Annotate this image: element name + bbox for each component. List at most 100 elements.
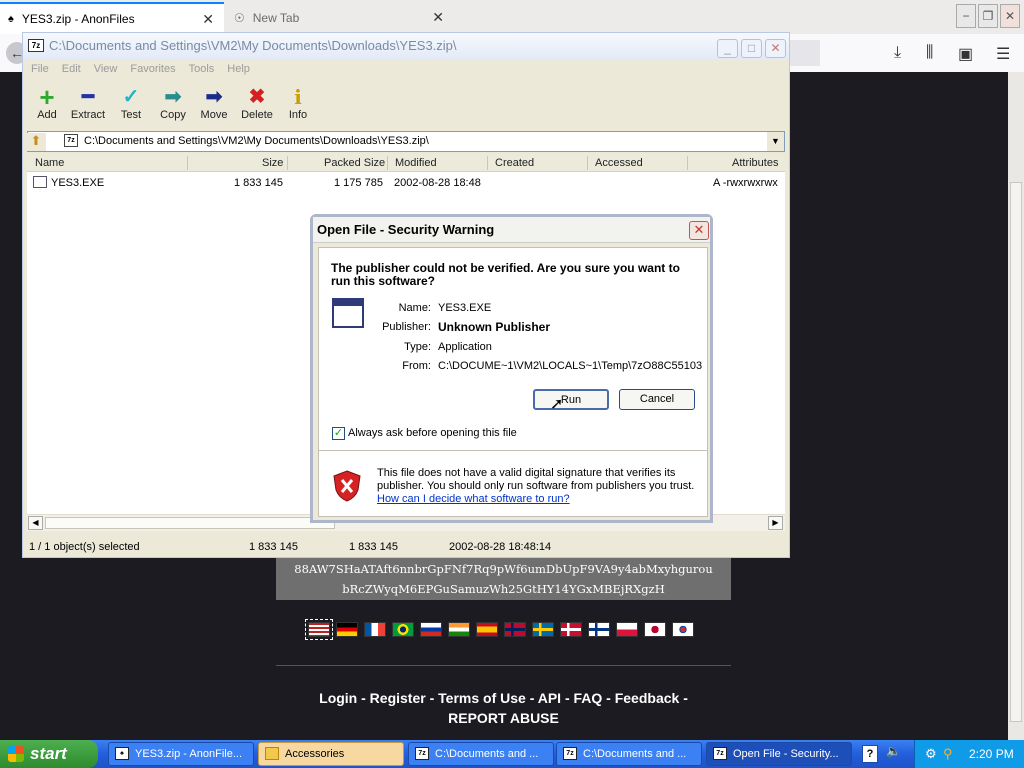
move-button[interactable]: ➡ Move: [194, 85, 234, 121]
7zip-title-bar[interactable]: 7z C:\Documents and Settings\VM2\My Docu…: [23, 33, 789, 59]
flag-jp-icon[interactable]: [644, 622, 666, 637]
task-7zip-2[interactable]: 7z C:\Documents and ...: [556, 742, 702, 766]
extract-button[interactable]: ━ Extract: [68, 85, 108, 121]
scroll-right-icon[interactable]: ▶: [768, 516, 783, 530]
add-label: Add: [37, 109, 57, 121]
menu-edit[interactable]: Edit: [54, 59, 86, 75]
flag-us-icon[interactable]: [305, 619, 333, 640]
info-button[interactable]: i Info: [278, 85, 318, 121]
flag-pl-icon[interactable]: [616, 622, 638, 637]
scroll-thumb[interactable]: [1010, 182, 1022, 722]
col-accessed[interactable]: Accessed: [595, 157, 643, 169]
task-anonfiles[interactable]: ♠ YES3.zip - AnonFile...: [108, 742, 254, 766]
menu-icon[interactable]: ☰: [996, 44, 1010, 64]
maximize-button[interactable]: □: [741, 39, 762, 58]
copy-button[interactable]: ➡ Copy: [153, 85, 193, 121]
report-abuse-link[interactable]: REPORT ABUSE: [276, 708, 731, 728]
url-bar-edge[interactable]: [790, 40, 820, 66]
run-label: Run: [560, 394, 582, 406]
copy-arrow-icon: ➡: [164, 86, 182, 108]
task-7zip-1[interactable]: 7z C:\Documents and ...: [408, 742, 554, 766]
close-window-button[interactable]: ✕: [1000, 4, 1020, 28]
start-label: start: [30, 744, 67, 763]
cancel-button[interactable]: Cancel: [619, 389, 695, 410]
col-packed-size[interactable]: Packed Size: [324, 157, 385, 169]
flag-ru-icon[interactable]: [420, 622, 442, 637]
flag-kr-icon[interactable]: [672, 622, 694, 637]
help-icon[interactable]: ?: [862, 745, 878, 763]
footer-links[interactable]: Login - Register - Terms of Use - API - …: [276, 688, 731, 708]
tab-close-icon[interactable]: ✕: [202, 11, 214, 28]
col-created[interactable]: Created: [495, 157, 534, 169]
sidebar-icon[interactable]: ▣: [958, 44, 973, 64]
flag-br-icon[interactable]: [392, 622, 414, 637]
anonfiles-icon: ♠: [115, 747, 129, 760]
col-name[interactable]: Name: [35, 157, 64, 169]
dialog-body: The publisher could not be verified. Are…: [318, 247, 708, 517]
always-ask-label[interactable]: Always ask before opening this file: [348, 427, 517, 439]
test-button[interactable]: ✓ Test: [111, 85, 151, 121]
scroll-left-icon[interactable]: ◀: [28, 516, 43, 530]
start-button[interactable]: start: [0, 740, 98, 768]
system-tray: ⚙ ⚲ 2:20 PM: [914, 740, 1024, 768]
restore-button[interactable]: ❐: [978, 4, 998, 28]
7zip-app-icon: 7z: [28, 39, 44, 52]
chevron-down-icon[interactable]: ▼: [767, 132, 784, 151]
flag-dk-icon[interactable]: [560, 622, 582, 637]
always-ask-checkbox[interactable]: ✓: [332, 427, 345, 440]
row-size: 1 833 145: [234, 177, 283, 189]
7zip-toolbar: + Add ━ Extract ✓ Test ➡ Copy ➡ Move ✖ Delete …: [23, 81, 789, 129]
status-selection: 1 / 1 object(s) selected: [29, 541, 140, 553]
status-bar: 1 / 1 object(s) selected 1 833 145 1 833…: [23, 537, 789, 557]
flag-no-icon[interactable]: [504, 622, 526, 637]
flag-fi-icon[interactable]: [588, 622, 610, 637]
tab-anonfiles[interactable]: ♠ YES3.zip - AnonFiles ✕: [0, 2, 224, 34]
flag-es-icon[interactable]: [476, 622, 498, 637]
minimize-button[interactable]: −: [956, 4, 976, 28]
network-icon[interactable]: ⚙: [925, 740, 937, 768]
task-label: Accessories: [285, 748, 345, 760]
flag-de-icon[interactable]: [336, 622, 358, 637]
extract-label: Extract: [70, 109, 106, 121]
close-button[interactable]: ✕: [765, 39, 786, 58]
mouse-cursor-icon: ➚: [550, 396, 564, 413]
help-link[interactable]: How can I decide what software to run?: [377, 493, 697, 506]
speaker-icon[interactable]: 🔈: [886, 744, 901, 758]
flag-se-icon[interactable]: [532, 622, 554, 637]
col-modified[interactable]: Modified: [395, 157, 437, 169]
run-button[interactable]: Run: [533, 389, 609, 410]
address-bar[interactable]: ⬆ 7z C:\Documents and Settings\VM2\My Do…: [26, 131, 785, 152]
search-icon[interactable]: ⚲: [943, 740, 953, 768]
library-icon[interactable]: ⫼: [926, 44, 933, 62]
tab-close-icon[interactable]: ✕: [432, 9, 444, 26]
menu-tools[interactable]: Tools: [181, 59, 220, 75]
minimize-button[interactable]: _: [717, 39, 738, 58]
delete-button[interactable]: ✖ Delete: [237, 85, 277, 121]
status-modified: 2002-08-28 18:48:14: [449, 541, 552, 553]
task-label: Open File - Security...: [733, 748, 839, 760]
tab-new-tab[interactable]: ☉ New Tab ✕: [226, 2, 454, 34]
task-accessories[interactable]: Accessories: [258, 742, 404, 766]
page-scrollbar[interactable]: [1008, 72, 1024, 740]
download-url-box[interactable]: 88AW7SHaATAft6nnbrGpFNf7Rq9pWf6umDbUpF9V…: [276, 558, 731, 600]
dialog-question: The publisher could not be verified. Are…: [331, 261, 680, 288]
7zip-menu-bar: File Edit View Favorites Tools Help: [23, 59, 789, 79]
up-folder-icon[interactable]: ⬆: [26, 133, 46, 151]
menu-file[interactable]: File: [23, 59, 54, 75]
menu-help[interactable]: Help: [219, 59, 255, 75]
tab-label: New Tab: [252, 11, 300, 25]
menu-view[interactable]: View: [86, 59, 123, 75]
dialog-close-button[interactable]: ✕: [689, 221, 709, 240]
tab-label: YES3.zip - AnonFiles: [21, 12, 135, 26]
flag-fr-icon[interactable]: [364, 622, 386, 637]
col-size[interactable]: Size: [262, 157, 283, 169]
scroll-thumb[interactable]: [45, 517, 335, 529]
download-icon[interactable]: ⤓: [894, 44, 901, 62]
info-icon: i: [294, 85, 302, 109]
col-attributes[interactable]: Attributes: [732, 157, 778, 169]
dialog-title-bar[interactable]: Open File - Security Warning: [313, 217, 710, 243]
task-security-warning[interactable]: 7z Open File - Security...: [706, 742, 852, 766]
menu-favorites[interactable]: Favorites: [122, 59, 180, 75]
flag-in-icon[interactable]: [448, 622, 470, 637]
add-button[interactable]: + Add: [27, 84, 67, 121]
